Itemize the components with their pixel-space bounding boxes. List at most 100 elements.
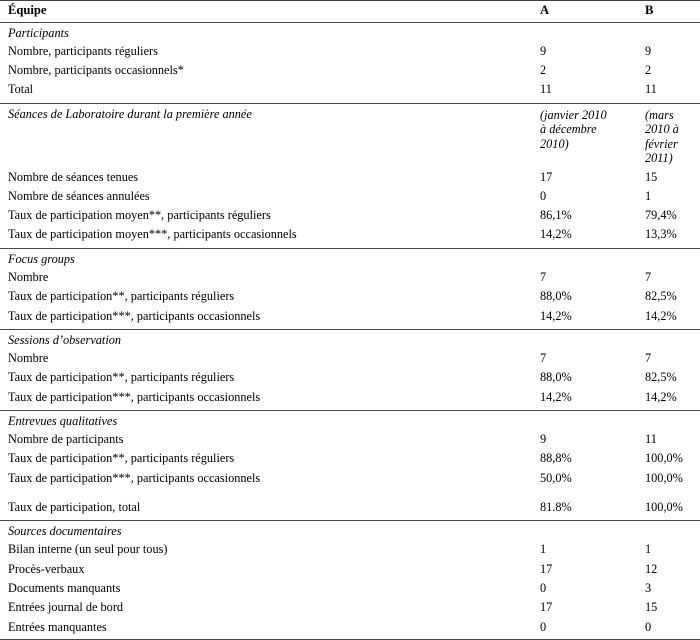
row-label: Taux de participation**, participants ré… bbox=[8, 451, 235, 466]
section-title-value-b bbox=[607, 520, 700, 541]
row-value-b: 13,3% bbox=[645, 227, 677, 242]
row-value-b: 1 bbox=[645, 542, 652, 557]
section-title: Participants bbox=[8, 25, 69, 40]
table-row: Nombre, participants occasionnels* 2 2 bbox=[0, 61, 700, 80]
row-label: Entrées manquantes bbox=[0, 617, 490, 640]
table-row: Nombre de séances tenues 17 15 bbox=[0, 168, 700, 187]
section-title: Entrevues qualitatives bbox=[0, 409, 490, 431]
row-value-a: 14,2% bbox=[540, 227, 572, 242]
row-label: Nombre, participants occasionnels* bbox=[8, 63, 184, 78]
row-label: Taux de participation moyen***, particip… bbox=[8, 227, 297, 242]
row-value-a: 17 bbox=[540, 561, 553, 576]
table-row: Taux de participation***, participants o… bbox=[0, 388, 700, 411]
section-title-value-b bbox=[607, 247, 700, 268]
section-header-row: Entrevues qualitatives bbox=[0, 409, 700, 431]
row-value-b: 9 bbox=[645, 43, 652, 58]
row-value-a: 7 bbox=[540, 269, 547, 284]
section-title-value-b bbox=[607, 409, 700, 431]
row-value-b: 11 bbox=[645, 82, 657, 97]
table-body: Participants Nombre, participants régulie… bbox=[0, 22, 700, 640]
row-label: Bilan interne (un seul pour tous) bbox=[8, 542, 168, 557]
row-value-b: 1 bbox=[645, 188, 652, 203]
section-title-value-b bbox=[607, 328, 700, 350]
section-title: Sources documentaires bbox=[0, 520, 490, 541]
row-label: Taux de participation, total bbox=[8, 499, 141, 514]
row-value-b: 100,0% bbox=[645, 451, 683, 466]
section-header-row: Participants bbox=[0, 22, 700, 42]
row-label: Taux de participation**, participants ré… bbox=[8, 289, 235, 304]
section-header-row: Focus groups bbox=[0, 247, 700, 268]
section-header-row: Sources documentaires bbox=[0, 520, 700, 541]
row-value-a: 2 bbox=[540, 63, 547, 78]
row-value-a: 14,2% bbox=[540, 308, 572, 323]
table-row: Taux de participation***, participants o… bbox=[0, 469, 700, 488]
row-value-b: 2 bbox=[645, 63, 652, 78]
table-row: Taux de participation, total 81.8% 100,0% bbox=[0, 488, 700, 521]
row-value-b: 100,0% bbox=[645, 470, 683, 485]
row-value-a: 17 bbox=[540, 600, 553, 615]
row-label: Taux de participation***, participants o… bbox=[8, 389, 261, 404]
table-row: Taux de participation**, participants ré… bbox=[0, 287, 700, 306]
row-value-b: 3 bbox=[645, 580, 652, 595]
section-title: Focus groups bbox=[0, 247, 490, 268]
row-label: Taux de participation***, participants o… bbox=[8, 308, 261, 323]
row-value-a: 1 bbox=[540, 542, 547, 557]
row-label: Nombre de séances tenues bbox=[8, 169, 139, 184]
section-title-value-b bbox=[607, 22, 700, 42]
section-header-row: Séances de Laboratoire durant la premièr… bbox=[0, 102, 700, 168]
section-title-value-a: (janvier 2010 à décembre 2010) bbox=[490, 102, 607, 168]
row-value-b: 15 bbox=[645, 600, 658, 615]
table-row: Nombre, participants réguliers 9 9 bbox=[0, 42, 700, 61]
row-label: Nombre de participants bbox=[8, 432, 124, 447]
row-value-b: 14,2% bbox=[645, 308, 677, 323]
row-label: Taux de participation***, participants o… bbox=[8, 470, 261, 485]
section-title-value-a bbox=[490, 22, 607, 42]
table-row: Taux de participation***, participants o… bbox=[0, 307, 700, 330]
row-label: Documents manquants bbox=[8, 580, 121, 595]
table-row: Total 11 11 bbox=[0, 80, 700, 103]
column-header-a: A bbox=[490, 0, 607, 23]
row-value-b: 79,4% bbox=[645, 208, 677, 223]
header-row: Équipe A B bbox=[0, 0, 700, 23]
table-row: Procès-verbaux 17 12 bbox=[0, 560, 700, 579]
row-value-a: 9 bbox=[540, 432, 547, 447]
row-value-a: 88,0% bbox=[540, 289, 572, 304]
row-label: Nombre de séances annulées bbox=[8, 188, 150, 203]
row-value-b: 100,0% bbox=[645, 499, 683, 514]
row-label: Taux de participation**, participants ré… bbox=[8, 370, 235, 385]
row-value-a: 88,8% bbox=[540, 451, 572, 466]
row-value-b: 12 bbox=[645, 561, 658, 576]
row-value-b: 0 bbox=[607, 617, 700, 640]
row-value-b: 7 bbox=[645, 351, 652, 366]
team-comparison-table: Équipe A B Participants Nombre, participa… bbox=[0, 0, 700, 640]
row-label: Taux de participation moyen**, participa… bbox=[8, 208, 271, 223]
column-header-label: Équipe bbox=[0, 0, 490, 23]
table-row: Bilan interne (un seul pour tous) 1 1 bbox=[0, 540, 700, 559]
table-row: Documents manquants 0 3 bbox=[0, 579, 700, 598]
table-row: Nombre 7 7 bbox=[0, 349, 700, 368]
row-label: Nombre bbox=[8, 269, 49, 284]
row-value-a: 86,1% bbox=[540, 208, 572, 223]
table-row: Entrées journal de bord 17 15 bbox=[0, 598, 700, 617]
row-value-a: 11 bbox=[540, 82, 552, 97]
section-title-value-a bbox=[490, 409, 607, 431]
row-value-b: 7 bbox=[645, 269, 652, 284]
row-value-a: 0 bbox=[540, 580, 547, 595]
section-title-value-a bbox=[490, 520, 607, 541]
comparison-table-container: Équipe A B Participants Nombre, participa… bbox=[0, 0, 700, 640]
row-value-a: 7 bbox=[540, 351, 547, 366]
section-title-value-b: (mars 2010 à février 2011) bbox=[607, 102, 700, 168]
row-value-a: 14,2% bbox=[540, 389, 572, 404]
row-label: Nombre, participants réguliers bbox=[8, 43, 158, 58]
table-row: Taux de participation**, participants ré… bbox=[0, 368, 700, 387]
row-value-a: 88,0% bbox=[540, 370, 572, 385]
row-value-a: 81.8% bbox=[540, 499, 572, 514]
column-header-b: B bbox=[607, 0, 700, 23]
row-value-b: 11 bbox=[645, 432, 657, 447]
section-title: Séances de Laboratoire durant la premièr… bbox=[0, 102, 490, 168]
row-label: Procès-verbaux bbox=[8, 561, 85, 576]
row-value-b: 14,2% bbox=[645, 389, 677, 404]
row-value-a: 9 bbox=[540, 43, 547, 58]
row-label: Entrées journal de bord bbox=[8, 600, 124, 615]
row-value-b: 15 bbox=[645, 169, 658, 184]
